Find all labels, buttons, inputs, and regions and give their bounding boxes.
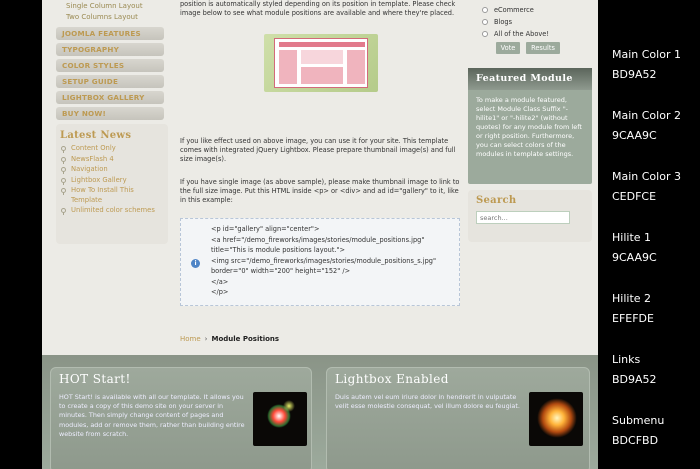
news-item-label: NewsFlash 4 <box>71 154 114 163</box>
module-positions-thumbnail[interactable] <box>264 34 378 92</box>
legend-value: 9CAA9C <box>612 251 657 264</box>
left-background-strip <box>0 0 42 469</box>
color-legend: Main Color 1 BD9A52 Main Color 2 9CAA9C … <box>598 0 700 469</box>
latest-news-title: Latest News <box>60 130 132 141</box>
code-example-box: i <p id="gallery" align="center"> <a hre… <box>180 218 460 306</box>
lightbox-enabled-module: Lightbox Enabled Duis autem vel eum iriu… <box>326 367 590 469</box>
menu-item-setup-guide[interactable]: SETUP GUIDE <box>56 75 164 88</box>
hot-start-module: HOT Start! HOT Start! is available with … <box>50 367 312 469</box>
news-item-label: Lightbox Gallery <box>71 175 127 184</box>
news-item[interactable]: Unlimited color schemes <box>56 206 168 216</box>
featured-module: Featured Module To make a module feature… <box>468 68 592 184</box>
hot-start-title: HOT Start! <box>59 372 131 386</box>
search-module: Search <box>468 190 592 242</box>
featured-module-title: Featured Module <box>476 73 573 84</box>
bottom-modules-area: HOT Start! HOT Start! is available with … <box>42 355 598 469</box>
poll-option-all[interactable]: All of the Above! <box>468 28 549 40</box>
thumbnail-page-preview <box>274 38 368 88</box>
legend-label: Submenu <box>612 414 665 427</box>
legend-value: BD9A52 <box>612 373 657 386</box>
paragraph-lightbox: If you like effect used on above image, … <box>180 137 456 163</box>
breadcrumb: Home › Module Positions <box>180 335 279 343</box>
lightbox-enabled-title: Lightbox Enabled <box>335 372 449 386</box>
legend-label: Main Color 1 <box>612 48 681 61</box>
poll-option-label: Blogs <box>494 18 513 26</box>
poll-option-ecommerce[interactable]: eCommerce <box>468 4 549 16</box>
pin-icon <box>61 208 66 215</box>
featured-module-text: To make a module featured, select Module… <box>476 96 582 158</box>
menu-item-buy-now[interactable]: BUY NOW! <box>56 107 164 120</box>
news-item[interactable]: Lightbox Gallery <box>56 176 168 186</box>
legend-label: Main Color 3 <box>612 170 681 183</box>
hot-start-text: HOT Start! is available with all our tem… <box>59 393 245 438</box>
poll-module: eCommerce Blogs All of the Above! <box>468 4 549 40</box>
sparkler-image[interactable] <box>529 392 583 446</box>
legend-label: Hilite 1 <box>612 231 652 244</box>
breadcrumb-separator-icon: › <box>204 335 208 343</box>
radio-icon[interactable] <box>482 31 488 37</box>
vote-button[interactable]: Vote <box>496 42 520 54</box>
results-button[interactable]: Results <box>526 42 560 54</box>
poll-option-label: All of the Above! <box>494 30 549 38</box>
news-item-label: Navigation <box>71 165 108 173</box>
main-menu: JOOMLA FEATURES TYPOGRAPHY COLOR STYLES … <box>56 24 164 120</box>
legend-label: Main Color 2 <box>612 109 681 122</box>
news-item-label: How To Install This <box>71 186 134 194</box>
code-line: <img src="/demo_fireworks/images/stories… <box>211 256 436 265</box>
info-icon: i <box>191 259 200 268</box>
submenu-item-single-column[interactable]: Single Column Layout <box>56 1 143 12</box>
radio-icon[interactable] <box>482 19 488 25</box>
code-line: <p id="gallery" align="center"> <box>211 225 320 233</box>
legend-value: BD9A52 <box>612 68 657 81</box>
search-title: Search <box>476 195 517 206</box>
poll-option-label: eCommerce <box>494 6 534 14</box>
menu-item-typography[interactable]: TYPOGRAPHY <box>56 43 164 56</box>
news-item-label: Content Only <box>71 144 116 152</box>
content-area: Single Column Layout Two Columns Layout … <box>42 0 598 355</box>
pin-icon <box>61 156 66 164</box>
poll-option-blogs[interactable]: Blogs <box>468 16 549 28</box>
news-item-label: Unlimited color schemes <box>71 206 155 214</box>
code-line: <a href="/demo_fireworks/images/stories/… <box>211 235 425 244</box>
pin-icon <box>61 177 66 185</box>
breadcrumb-current: Module Positions <box>211 335 280 343</box>
legend-value: EFEFDE <box>612 312 654 325</box>
menu-item-color-styles[interactable]: COLOR STYLES <box>56 59 164 72</box>
breadcrumb-home-link[interactable]: Home <box>180 335 201 343</box>
code-line: border="0" width="200" height="152" /> <box>211 267 351 275</box>
news-item-label-continued: Template <box>71 195 103 204</box>
intro-text: position is automatically styled dependi… <box>180 0 456 17</box>
legend-value: CEDFCE <box>612 190 657 203</box>
lightbox-enabled-text: Duis autem vel eum iriure dolor in hendr… <box>335 393 520 411</box>
paragraph-single-image: If you have single image (as above sampl… <box>180 178 460 204</box>
legend-value: 9CAA9C <box>612 129 657 142</box>
menu-item-joomla-features[interactable]: JOOMLA FEATURES <box>56 27 164 40</box>
pin-icon <box>61 146 66 153</box>
fireworks-image[interactable] <box>253 392 307 446</box>
legend-label: Hilite 2 <box>612 292 652 305</box>
legend-value: BDCFBD <box>612 434 659 447</box>
latest-news-module: Latest News Content Only NewsFlash 4 Nav… <box>56 124 168 244</box>
radio-icon[interactable] <box>482 7 488 13</box>
submenu-item-two-columns[interactable]: Two Columns Layout <box>56 12 143 23</box>
page: Single Column Layout Two Columns Layout … <box>0 0 700 469</box>
search-input[interactable] <box>476 211 570 224</box>
pin-icon <box>61 188 66 195</box>
news-item[interactable]: Content Only <box>56 144 168 154</box>
code-line: title="This is module positions layout."… <box>211 246 346 254</box>
news-item[interactable]: Navigation <box>56 165 168 175</box>
code-line: </p> <box>211 288 229 296</box>
menu-item-lightbox-gallery[interactable]: LIGHTBOX GALLERY <box>56 91 164 104</box>
news-item[interactable]: NewsFlash 4 <box>56 155 168 165</box>
legend-label: Links <box>612 353 641 366</box>
code-line: </a> <box>211 277 229 286</box>
featured-module-header: Featured Module <box>468 68 592 90</box>
left-column: Single Column Layout Two Columns Layout … <box>56 0 168 355</box>
news-item[interactable]: How To Install This Template <box>56 186 168 205</box>
pin-icon <box>61 167 66 174</box>
